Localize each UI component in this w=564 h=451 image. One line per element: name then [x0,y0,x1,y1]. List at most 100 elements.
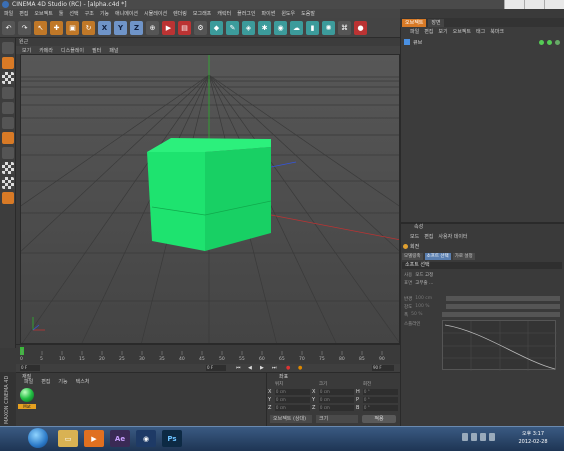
render-dot-icon[interactable] [547,39,552,45]
attribute-value[interactable]: 100 cm [415,296,443,301]
viewport-menu-item[interactable]: 패널 [109,47,118,54]
array-icon[interactable]: ✱ [258,20,271,35]
pen-spline-icon[interactable]: ✎ [226,20,239,35]
render-view-icon[interactable]: ▶ [162,20,175,35]
object-menu-item[interactable]: 오브젝트 [453,28,471,35]
move-icon[interactable]: ✚ [50,20,63,35]
menu-item[interactable]: 구조 [85,10,94,17]
coordinate-system-icon[interactable]: ⊕ [146,20,159,35]
play-icon[interactable]: ▶ [260,365,264,371]
position-x-field[interactable]: 0 cm [274,388,310,395]
edges-mode-icon[interactable] [1,117,14,129]
start-frame-field[interactable]: 0 F [20,365,40,371]
photoshop-icon[interactable]: Ps [162,430,182,447]
menu-item[interactable]: 윈도우 [281,10,295,17]
network-icon[interactable] [471,433,477,441]
deformer-icon[interactable]: ◉ [274,20,287,35]
material-menu-item[interactable]: 기능 [58,378,67,385]
green-cube[interactable] [147,138,272,251]
rotation-p-field[interactable]: 0 ° [362,396,398,403]
go-to-start-icon[interactable]: ⏮ [236,365,241,371]
object-menu-item[interactable]: 파일 [410,28,419,35]
position-z-field[interactable]: 0 cm [274,404,310,411]
attribute-value[interactable]: 모드 고정 [415,272,433,278]
menu-item[interactable]: 도움말 [301,10,315,17]
radius-slider[interactable] [446,296,560,301]
go-to-end-icon[interactable]: ⏭ [272,365,277,371]
coordinate-space-dropdown[interactable]: 오브젝트 (상대) [270,415,312,423]
redo-icon[interactable]: ↷ [18,20,31,35]
menu-item[interactable]: 시뮬레이션 [144,10,167,17]
volume-icon[interactable] [480,433,486,441]
points-mode-icon[interactable] [1,102,14,114]
model-mode-icon[interactable] [1,42,14,54]
play-backward-icon[interactable]: ◀ [248,365,252,371]
material-menu-item[interactable]: 편집 [41,378,50,385]
maximize-button[interactable] [524,0,544,9]
tab-scene[interactable]: 장면 [428,18,444,27]
sculpt-icon[interactable] [1,192,14,204]
workplane-icon[interactable] [1,87,14,99]
size-z-field[interactable]: 0 cm [318,404,354,411]
menu-item[interactable]: 파일 [4,10,13,17]
viewport-menu-item[interactable]: 보기 [22,47,31,54]
material-preview-ball[interactable] [20,388,34,402]
phong-tag-icon[interactable] [555,39,560,45]
width-slider[interactable] [442,312,560,317]
light-icon[interactable]: ✺ [322,20,335,35]
menu-item[interactable]: 편집 [19,10,28,17]
record-icon[interactable]: ● [286,365,290,371]
object-menu-item[interactable]: 편집 [424,28,433,35]
y-axis-lock-button[interactable]: Y [114,20,127,35]
cube-primitive-icon[interactable]: ◆ [210,20,223,35]
visibility-dot-icon[interactable] [539,39,544,45]
attribute-value[interactable]: 100 % [415,304,443,309]
strength-slider[interactable] [446,304,560,309]
size-y-field[interactable]: 0 cm [318,396,354,403]
attribute-value[interactable]: 고무줄 ... [415,280,433,286]
z-axis-lock-button[interactable]: Z [130,20,143,35]
material-name-label[interactable]: Mat [18,404,36,409]
current-frame-field[interactable]: 0 F [206,365,226,371]
camera-icon[interactable]: ▮ [306,20,319,35]
size-mode-dropdown[interactable]: 크기 [316,415,358,423]
menu-item[interactable]: 오브젝트 [34,10,52,17]
media-player-icon[interactable]: ▶ [84,430,104,447]
render-settings-icon[interactable]: ⚙ [194,20,207,35]
tab-soft-selection[interactable]: 소프트 선택 [424,252,451,260]
menu-item[interactable]: 캐릭터 [217,10,231,17]
environment-icon[interactable]: ☁ [290,20,303,35]
after-effects-icon[interactable]: Ae [110,430,130,447]
flag-icon[interactable] [489,433,495,441]
tab-settings[interactable]: 가로 설정 [452,252,475,260]
material-menu-item[interactable]: 파일 [24,378,33,385]
rotation-h-field[interactable]: 0 ° [362,388,398,395]
object-row-cube[interactable]: 큐브 [404,38,560,46]
position-y-field[interactable]: 0 cm [274,396,310,403]
scale-icon[interactable]: ▣ [66,20,79,35]
undo-icon[interactable]: ↶ [2,20,15,35]
stop-icon[interactable]: ● [354,20,367,35]
viewport-menu-item[interactable]: 디스플레이 [61,47,84,54]
language-icon[interactable] [462,433,468,441]
rotate-icon[interactable]: ↻ [82,20,95,35]
x-axis-lock-button[interactable]: X [98,20,111,35]
attribute-value[interactable]: 50 % [411,312,439,317]
snap-icon[interactable] [1,177,14,189]
material-menu-item[interactable]: 텍스처 [76,378,90,385]
object-menu-item[interactable]: 보기 [438,28,447,35]
rotation-b-field[interactable]: 0 ° [362,404,398,411]
3d-viewport[interactable] [20,54,400,344]
axis-mode-icon[interactable] [1,147,14,159]
subdivision-icon[interactable]: ◈ [242,20,255,35]
object-mode-icon[interactable] [1,57,14,69]
menu-item[interactable]: 파이썬 [262,10,276,17]
menu-item[interactable]: 선택 [69,10,78,17]
end-frame-field[interactable]: 90 F [372,365,394,371]
tab-modeling-axis[interactable]: 모델링축 [402,252,423,260]
viewport-menu-item[interactable]: 필터 [92,47,101,54]
texture-mode-icon[interactable] [1,72,14,84]
falloff-curve-editor[interactable] [442,320,557,371]
timeline[interactable]: 0 5 10 15 20 25 30 35 40 45 50 55 60 65 … [16,344,400,364]
polygons-mode-icon[interactable] [1,132,14,144]
